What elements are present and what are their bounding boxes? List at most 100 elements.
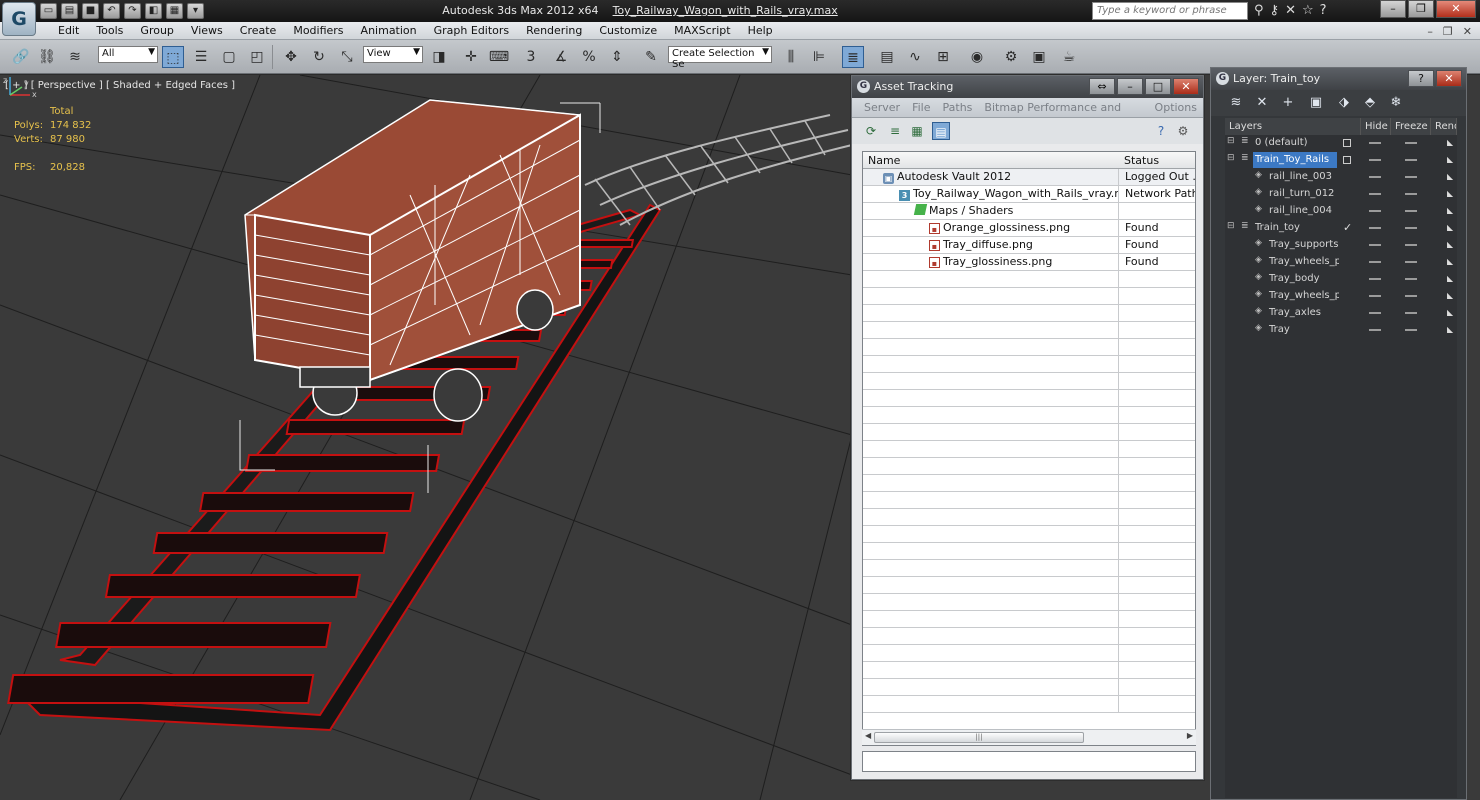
thumbnail-view-icon[interactable]: ▦ — [908, 122, 926, 140]
link-icon[interactable]: 🔗 — [10, 46, 32, 68]
highlight-selected-icon[interactable]: ⬗ — [1335, 94, 1353, 112]
hide-toggle[interactable] — [1369, 210, 1381, 212]
menu-edit[interactable]: Edit — [50, 24, 88, 38]
curve-editor-icon[interactable]: ∿ — [904, 46, 926, 68]
options-icon[interactable]: ⚙ — [1174, 122, 1192, 140]
keyboard-shortcut-icon[interactable]: ⌨ — [488, 46, 510, 68]
material-editor-icon[interactable]: ◉ — [966, 46, 988, 68]
render-teapot-icon[interactable]: ◣ — [1447, 190, 1455, 198]
menu-modifiers[interactable]: Modifiers — [285, 24, 352, 38]
hide-toggle[interactable] — [1369, 244, 1381, 246]
render-teapot-icon[interactable]: ◣ — [1447, 241, 1455, 249]
current-layer-check-icon[interactable]: ✓ — [1343, 221, 1352, 234]
menu-restore-icon[interactable]: ❐ — [1443, 25, 1453, 38]
freeze-toggle[interactable] — [1405, 159, 1417, 161]
render-teapot-icon[interactable]: ◣ — [1447, 207, 1455, 215]
move-icon[interactable]: ✥ — [280, 46, 302, 68]
layer-row[interactable]: ◈ rail_turn_012 ◣ — [1225, 186, 1457, 203]
expand-collapse-icon[interactable]: ⊟ — [1227, 136, 1235, 146]
layer-row[interactable]: ⊟ ≣ Train_toy ✓ ◣ — [1225, 220, 1457, 237]
column-header-hide[interactable]: Hide — [1361, 118, 1391, 135]
menu-tools[interactable]: Tools — [88, 24, 132, 38]
column-header-status[interactable]: Status — [1119, 152, 1195, 169]
hide-toggle[interactable] — [1369, 261, 1381, 263]
pivot-center-icon[interactable]: ◨ — [428, 46, 450, 68]
render-teapot-icon[interactable]: ◣ — [1447, 326, 1455, 334]
rotate-icon[interactable]: ↻ — [308, 46, 330, 68]
select-manipulate-icon[interactable]: ✛ — [460, 46, 482, 68]
freeze-toggle[interactable] — [1405, 227, 1417, 229]
asset-row[interactable]: Maps / Shaders — [863, 203, 1195, 220]
asset-row[interactable]: ▪ Tray_diffuse.png Found — [863, 237, 1195, 254]
render-setup-icon[interactable]: ⚙ — [1000, 46, 1022, 68]
edit-named-selection-icon[interactable]: ✎ — [640, 46, 662, 68]
scroll-left-icon[interactable]: ◀ — [865, 731, 871, 740]
render-teapot-icon[interactable]: ◣ — [1447, 292, 1455, 300]
freeze-toggle[interactable] — [1405, 312, 1417, 314]
asset-row[interactable]: ▪ Orange_glossiness.png Found — [863, 220, 1195, 237]
window-crossing-icon[interactable]: ◰ — [246, 46, 268, 68]
asset-close-button[interactable]: ✕ — [1173, 78, 1199, 95]
layer-close-button[interactable]: ✕ — [1436, 70, 1462, 87]
hide-toggle[interactable] — [1369, 312, 1381, 314]
named-selection-dropdown[interactable]: Create Selection Se ▼ — [668, 46, 772, 70]
freeze-toggle[interactable] — [1405, 295, 1417, 297]
unlink-icon[interactable]: ⛓ — [36, 46, 58, 68]
freeze-toggle[interactable] — [1405, 142, 1417, 144]
help-search-input[interactable]: Type a keyword or phrase — [1092, 2, 1248, 20]
menu-maxscript[interactable]: MAXScript — [666, 24, 739, 38]
layer-row[interactable]: ⊟ ≣ Train_Toy_Rails ◣ — [1225, 152, 1457, 169]
freeze-toggle[interactable] — [1405, 329, 1417, 331]
menu-animation[interactable]: Animation — [353, 24, 426, 38]
rendered-frame-window-icon[interactable]: ▣ — [1028, 46, 1050, 68]
selection-filter-dropdown[interactable]: All ▼ — [98, 46, 158, 63]
render-teapot-icon[interactable]: ◣ — [1447, 139, 1455, 147]
render-teapot-icon[interactable]: ◣ — [1447, 309, 1455, 317]
render-production-icon[interactable]: ☕ — [1058, 46, 1080, 68]
column-header-name[interactable]: Name — [863, 152, 1119, 169]
layer-row[interactable]: ◈ Tray_wheels_pa ◣ — [1225, 254, 1457, 271]
menu-customize[interactable]: Customize — [591, 24, 666, 38]
column-header-freeze[interactable]: Freeze — [1391, 118, 1431, 135]
select-object-icon[interactable]: ⬚ — [162, 46, 184, 68]
help-question-icon[interactable]: ? — [1320, 3, 1327, 18]
render-teapot-icon[interactable]: ◣ — [1447, 275, 1455, 283]
close-button[interactable]: ✕ — [1436, 0, 1476, 18]
asset-maximize-button[interactable]: □ — [1145, 78, 1171, 95]
asset-minimize-button[interactable]: – — [1117, 78, 1143, 95]
layer-row[interactable]: ◈ Tray_body ◣ — [1225, 271, 1457, 288]
help-icon[interactable]: ? — [1152, 122, 1170, 140]
freeze-toggle[interactable] — [1405, 210, 1417, 212]
menu-rendering[interactable]: Rendering — [518, 24, 591, 38]
asset-row[interactable]: 3 Toy_Railway_Wagon_with_Rails_vray.max N… — [863, 186, 1195, 203]
freeze-toggle[interactable] — [1405, 193, 1417, 195]
select-objects-in-layer-icon[interactable]: ▣ — [1307, 94, 1325, 112]
create-layer-icon[interactable]: ≋ — [1227, 94, 1245, 112]
hide-toggle[interactable] — [1369, 295, 1381, 297]
communication-x-icon[interactable]: ✕ — [1285, 3, 1296, 18]
scale-icon[interactable]: ⤡ — [336, 46, 358, 68]
align-icon[interactable]: ⊫ — [808, 46, 830, 68]
render-teapot-icon[interactable]: ◣ — [1447, 224, 1455, 232]
subscription-key-icon[interactable]: ⚷ — [1270, 3, 1280, 18]
asset-menu-bitmap-performance[interactable]: Bitmap Performance and Memory — [978, 98, 1148, 133]
menu-minimize-icon[interactable]: – — [1427, 25, 1433, 38]
freeze-toggle[interactable] — [1405, 244, 1417, 246]
refresh-icon[interactable]: ⟳ — [862, 122, 880, 140]
render-teapot-icon[interactable]: ◣ — [1447, 173, 1455, 181]
hide-all-layers-icon[interactable]: ⬘ — [1361, 94, 1379, 112]
current-layer-toggle[interactable] — [1343, 139, 1351, 147]
layer-row[interactable]: ◈ Tray_wheels_pa ◣ — [1225, 288, 1457, 305]
table-view-icon[interactable]: ▤ — [932, 122, 950, 140]
snaps-toggle-icon[interactable]: 3 — [520, 46, 542, 68]
hide-toggle[interactable] — [1369, 329, 1381, 331]
list-view-icon[interactable]: ≡ — [886, 122, 904, 140]
rectangular-selection-icon[interactable]: ▢ — [218, 46, 240, 68]
add-to-layer-icon[interactable]: + — [1279, 94, 1297, 112]
layer-row[interactable]: ◈ Tray_axles ◣ — [1225, 305, 1457, 322]
freeze-toggle[interactable] — [1405, 261, 1417, 263]
schematic-view-icon[interactable]: ⊞ — [932, 46, 954, 68]
scroll-right-icon[interactable]: ▶ — [1187, 731, 1193, 740]
freeze-toggle[interactable] — [1405, 176, 1417, 178]
menu-graph-editors[interactable]: Graph Editors — [426, 24, 519, 38]
